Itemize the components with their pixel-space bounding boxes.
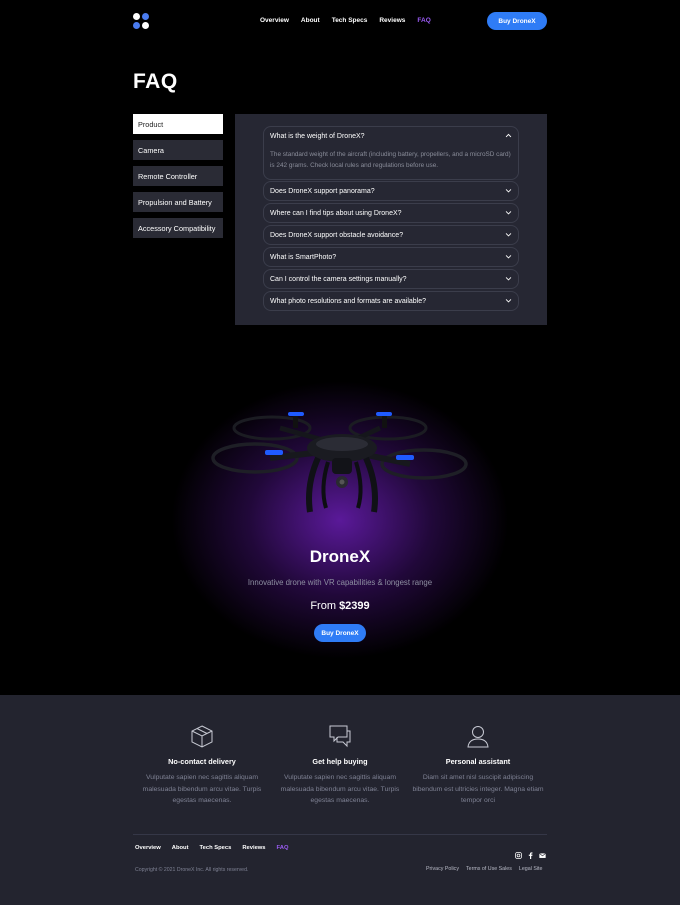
faq-question: Where can I find tips about using DroneX… xyxy=(270,210,402,217)
product-buy-button[interactable]: Buy DroneX xyxy=(314,624,366,642)
faq-question: What is SmartPhoto? xyxy=(270,254,337,261)
faq-item[interactable]: What is SmartPhoto? xyxy=(263,247,519,267)
site-header: Overview About Tech Specs Reviews FAQ Bu… xyxy=(0,0,680,42)
product-tagline: Innovative drone with VR capabilities & … xyxy=(247,578,433,587)
instagram-icon[interactable] xyxy=(515,846,522,859)
faq-item[interactable]: What is the weight of DroneX? The standa… xyxy=(263,126,519,180)
price-prefix: From xyxy=(310,600,336,612)
box-icon xyxy=(191,725,213,748)
chevron-up-icon xyxy=(505,133,512,138)
page-title: FAQ xyxy=(133,70,178,93)
faq-question: Does DroneX support obstacle avoidance? xyxy=(270,232,404,239)
terms-of-use-link[interactable]: Terms of Use Sales xyxy=(466,866,512,872)
category-remote-controller[interactable]: Remote Controller xyxy=(133,166,223,186)
feature-get-help-buying: Get help buying Vulputate sapien nec sag… xyxy=(273,723,407,807)
footer-nav-tech-specs[interactable]: Tech Specs xyxy=(200,845,232,851)
nav-reviews[interactable]: Reviews xyxy=(379,17,405,24)
nav-overview[interactable]: Overview xyxy=(260,17,289,24)
category-camera[interactable]: Camera xyxy=(133,140,223,160)
faq-item[interactable]: Can I control the camera settings manual… xyxy=(263,269,519,289)
price-value: $2399 xyxy=(339,600,370,612)
footer-nav-reviews[interactable]: Reviews xyxy=(242,845,265,851)
product-name: DroneX xyxy=(309,547,371,566)
social-links xyxy=(515,846,546,859)
main-nav: Overview About Tech Specs Reviews FAQ xyxy=(260,17,443,24)
feature-text: Diam sit amet nisl suscipit adipiscing b… xyxy=(412,774,544,804)
legal-links: Privacy Policy Terms of Use Sales Legal … xyxy=(426,866,542,872)
feature-no-contact-delivery: No-contact delivery Vulputate sapien nec… xyxy=(135,723,269,807)
footer-nav: Overview About Tech Specs Reviews FAQ xyxy=(135,845,299,851)
feature-text: Vulputate sapien nec sagittis aliquam ma… xyxy=(280,774,400,804)
site-footer: No-contact delivery Vulputate sapien nec… xyxy=(0,695,680,905)
faq-answer: The standard weight of the aircraft (inc… xyxy=(270,151,511,169)
header-buy-button[interactable]: Buy DroneX xyxy=(487,12,547,30)
mail-icon[interactable] xyxy=(539,846,546,858)
feature-title: No-contact delivery xyxy=(168,757,236,766)
category-propulsion-battery[interactable]: Propulsion and Battery xyxy=(133,192,223,212)
chevron-down-icon xyxy=(505,233,512,237)
faq-item[interactable]: Where can I find tips about using DroneX… xyxy=(263,203,519,223)
faq-question: What photo resolutions and formats are a… xyxy=(270,298,427,305)
category-accessory-compatibility[interactable]: Accessory Compatibility xyxy=(133,218,223,238)
user-icon xyxy=(467,726,489,748)
chevron-down-icon xyxy=(505,189,512,193)
chevron-down-icon xyxy=(505,255,512,259)
feature-text: Vulputate sapien nec sagittis aliquam ma… xyxy=(142,774,262,804)
footer-divider xyxy=(133,834,547,835)
faq-question: Does DroneX support panorama? xyxy=(270,188,375,195)
chevron-down-icon xyxy=(505,299,512,303)
nav-faq[interactable]: FAQ xyxy=(417,17,430,24)
feature-title: Personal assistant xyxy=(445,757,511,766)
faq-item[interactable]: Does DroneX support panorama? xyxy=(263,181,519,201)
footer-nav-about[interactable]: About xyxy=(172,845,189,851)
nav-about[interactable]: About xyxy=(301,17,320,24)
chat-icon xyxy=(329,725,351,748)
faq-category-list: Product Camera Remote Controller Propuls… xyxy=(133,114,223,244)
faq-question: Can I control the camera settings manual… xyxy=(270,276,407,283)
privacy-policy-link[interactable]: Privacy Policy xyxy=(426,866,459,872)
chevron-down-icon xyxy=(505,277,512,281)
legal-site-link[interactable]: Legal Site xyxy=(519,866,543,872)
faq-question: What is the weight of DroneX? xyxy=(270,133,365,140)
faq-item[interactable]: Does DroneX support obstacle avoidance? xyxy=(263,225,519,245)
copyright-text: Copyright © 2021 DroneX Inc. All rights … xyxy=(135,867,249,873)
feature-personal-assistant: Personal assistant Diam sit amet nisl su… xyxy=(411,723,545,807)
drone-image xyxy=(211,412,468,513)
facebook-icon[interactable] xyxy=(527,846,534,859)
chevron-down-icon xyxy=(505,211,512,215)
logo-icon[interactable] xyxy=(133,13,149,29)
product-price: From $2399 xyxy=(0,600,680,612)
faq-panel: What is the weight of DroneX? The standa… xyxy=(235,114,547,325)
footer-nav-overview[interactable]: Overview xyxy=(135,845,161,851)
nav-tech-specs[interactable]: Tech Specs xyxy=(332,17,368,24)
feature-title: Get help buying xyxy=(312,757,368,766)
faq-item[interactable]: What photo resolutions and formats are a… xyxy=(263,291,519,311)
footer-nav-faq[interactable]: FAQ xyxy=(277,845,289,851)
category-product[interactable]: Product xyxy=(133,114,223,134)
